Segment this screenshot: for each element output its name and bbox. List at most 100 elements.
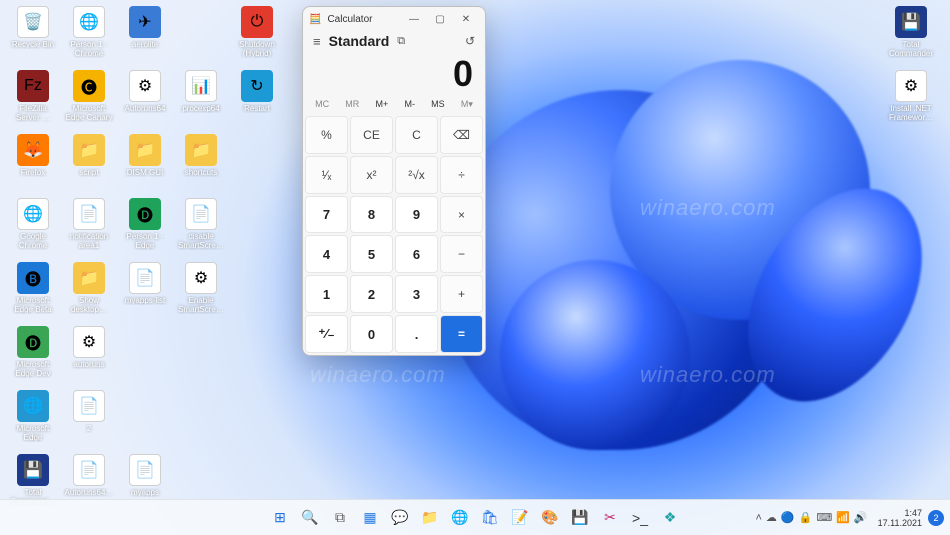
show-desktop-icon: 📁	[73, 262, 105, 294]
taskbar-edge[interactable]: 🌐	[447, 505, 473, 531]
desktop-icon-edge-person1[interactable]: 🅓Person 1 - Edge	[120, 198, 170, 258]
key-8[interactable]: 8	[350, 196, 393, 234]
close-button[interactable]: ✕	[453, 9, 479, 29]
desktop-icon-autoruns[interactable]: ⚙autoruns	[64, 326, 114, 386]
memory-mr: MR	[345, 99, 359, 110]
history-icon[interactable]: ↺	[465, 34, 475, 48]
tray-icon[interactable]: ⌨	[816, 512, 832, 524]
memory-m-[interactable]: M-	[404, 99, 415, 110]
tray-icon[interactable]: 🔵	[781, 512, 795, 524]
tray-icon[interactable]: 🔒	[799, 512, 813, 524]
desktop-icon-edge-canary[interactable]: 🅒Microsoft Edge Canary	[64, 70, 114, 130]
desktop-icon-recycle-bin[interactable]: 🗑️Recycle Bin	[8, 6, 58, 66]
edge-dev-icon: 🅓	[17, 326, 49, 358]
desktop-icon-file-2[interactable]: 📄2	[64, 390, 114, 450]
key-=[interactable]: =	[440, 315, 483, 353]
key-%[interactable]: %	[305, 116, 348, 154]
tray-icon[interactable]: 🔊	[854, 512, 868, 524]
taskbar-snip[interactable]: ✂	[597, 505, 623, 531]
desktop-icon-filezilla[interactable]: FzFileZilla Server …	[8, 70, 58, 130]
key-÷[interactable]: ÷	[440, 156, 483, 194]
icon-label: Total Commander	[885, 40, 937, 58]
desktop-icon-shutdown-hybrid[interactable]: ⏻Shutdown (Hybrid)	[232, 6, 282, 66]
key-4[interactable]: 4	[305, 235, 348, 273]
notification-badge[interactable]: 2	[928, 510, 944, 526]
taskbar-file-explorer[interactable]: 📁	[417, 505, 443, 531]
desktop-icon-disable-smartscreen[interactable]: 📄disable SmartScre…	[176, 198, 226, 258]
tray-icon[interactable]: ˄	[755, 512, 761, 524]
minimize-button[interactable]: —	[401, 9, 427, 29]
key-.[interactable]: .	[395, 315, 438, 353]
icon-label: Person 1 - Edge	[119, 232, 171, 250]
key-x²[interactable]: x²	[350, 156, 393, 194]
desktop-icon-edge-beta[interactable]: 🅑Microsoft Edge Beta	[8, 262, 58, 322]
key-9[interactable]: 9	[395, 196, 438, 234]
key-7[interactable]: 7	[305, 196, 348, 234]
key-0[interactable]: 0	[350, 315, 393, 353]
key-²√x[interactable]: ²√x	[395, 156, 438, 194]
key-CE[interactable]: CE	[350, 116, 393, 154]
taskbar-store[interactable]: 🛍	[477, 505, 503, 531]
desktop-icon-restart[interactable]: ↻Restart	[232, 70, 282, 130]
key-5[interactable]: 5	[350, 235, 393, 273]
desktop-icon-firefox[interactable]: 🦊Firefox	[8, 134, 58, 194]
key-¹⁄ₓ[interactable]: ¹⁄ₓ	[305, 156, 348, 194]
desktop-icon-total-commander[interactable]: 💾Total Commander	[886, 6, 936, 66]
taskbar-terminal[interactable]: >_	[627, 505, 653, 531]
icon-label: autoruns	[63, 360, 115, 369]
key-6[interactable]: 6	[395, 235, 438, 273]
taskbar-total-commander[interactable]: 💾	[567, 505, 593, 531]
desktop-icon-script-folder[interactable]: 📁script	[64, 134, 114, 194]
desktop-icon-microsoft-edge[interactable]: 🌐Microsoft Edge	[8, 390, 58, 450]
taskbar-search[interactable]: 🔍	[297, 505, 323, 531]
key-+[interactable]: +	[440, 275, 483, 313]
clock[interactable]: 1:47 17.11.2021	[878, 508, 922, 528]
desktop-icon-autoruns64[interactable]: ⚙Autoruns64	[120, 70, 170, 130]
hamburger-icon[interactable]: ≡	[313, 34, 321, 49]
icon-label: myapps	[119, 488, 171, 497]
desktop-icon-enable-smartscreen[interactable]: ⚙Enable SmartScre…	[176, 262, 226, 322]
desktop-icons-left: 🗑️Recycle Bin🌐Person 1 - Chrome✈aerolite…	[8, 6, 282, 514]
memory-m+[interactable]: M+	[376, 99, 389, 110]
desktop-icons-right: 💾Total Commander⚙Install .NET Framewor…	[886, 6, 942, 130]
taskbar-paint[interactable]: 🎨	[537, 505, 563, 531]
taskbar-widgets[interactable]: ▦	[357, 505, 383, 531]
desktop-icon-shortcuts-folder[interactable]: 📁shortcuts	[176, 134, 226, 194]
icon-label: disable SmartScre…	[175, 232, 227, 250]
desktop-icon-notif-area[interactable]: 📄notification area1	[64, 198, 114, 258]
keep-on-top-icon[interactable]: ⧉	[397, 35, 405, 48]
key-C[interactable]: C	[395, 116, 438, 154]
desktop-icon-aerolite[interactable]: ✈aerolite	[120, 6, 170, 66]
calculator-window[interactable]: 🧮 Calculator — ▢ ✕ ≡ Standard ⧉ ↺ 0 MCMR…	[302, 6, 486, 356]
taskbar-notepad[interactable]: 📝	[507, 505, 533, 531]
memory-ms[interactable]: MS	[431, 99, 445, 110]
myapps-icon: 📄	[129, 454, 161, 486]
key-1[interactable]: 1	[305, 275, 348, 313]
taskbar-task-view[interactable]: ⧉	[327, 505, 353, 531]
desktop-icon-install-net[interactable]: ⚙Install .NET Framewor…	[886, 70, 936, 130]
icon-label: Shutdown (Hybrid)	[231, 40, 283, 58]
key-2[interactable]: 2	[350, 275, 393, 313]
desktop-icon-dism-gui[interactable]: 📁DISM GUI	[120, 134, 170, 194]
desktop-icon-edge-dev[interactable]: 🅓Microsoft Edge Dev	[8, 326, 58, 386]
desktop-icon-myapps-list[interactable]: 📄myapps-list	[120, 262, 170, 322]
icon-label: Recycle Bin	[7, 40, 59, 49]
key-3[interactable]: 3	[395, 275, 438, 313]
taskbar-chat[interactable]: 💬	[387, 505, 413, 531]
desktop-icon-chrome-person1[interactable]: 🌐Person 1 - Chrome	[64, 6, 114, 66]
taskbar-winaero[interactable]: ❖	[657, 505, 683, 531]
titlebar[interactable]: 🧮 Calculator — ▢ ✕	[303, 7, 485, 31]
key-⁺⁄₋[interactable]: ⁺⁄₋	[305, 315, 348, 353]
tray-icon[interactable]: 📶	[836, 512, 850, 524]
taskbar-start[interactable]: ⊞	[267, 505, 293, 531]
key-−[interactable]: −	[440, 235, 483, 273]
maximize-button[interactable]: ▢	[427, 9, 453, 29]
desktop-icon-procexp64[interactable]: 📊procexp64	[176, 70, 226, 130]
key-⌫[interactable]: ⌫	[440, 116, 483, 154]
desktop-icon-show-desktop[interactable]: 📁Show desktop…	[64, 262, 114, 322]
tray-icon[interactable]: ☁	[766, 512, 777, 524]
key-×[interactable]: ×	[440, 196, 483, 234]
autoruns64-icon: ⚙	[129, 70, 161, 102]
desktop-icon-google-chrome[interactable]: 🌐Google Chrome	[8, 198, 58, 258]
desktop: winaero.com winaero.com winaero.com wina…	[0, 0, 950, 535]
